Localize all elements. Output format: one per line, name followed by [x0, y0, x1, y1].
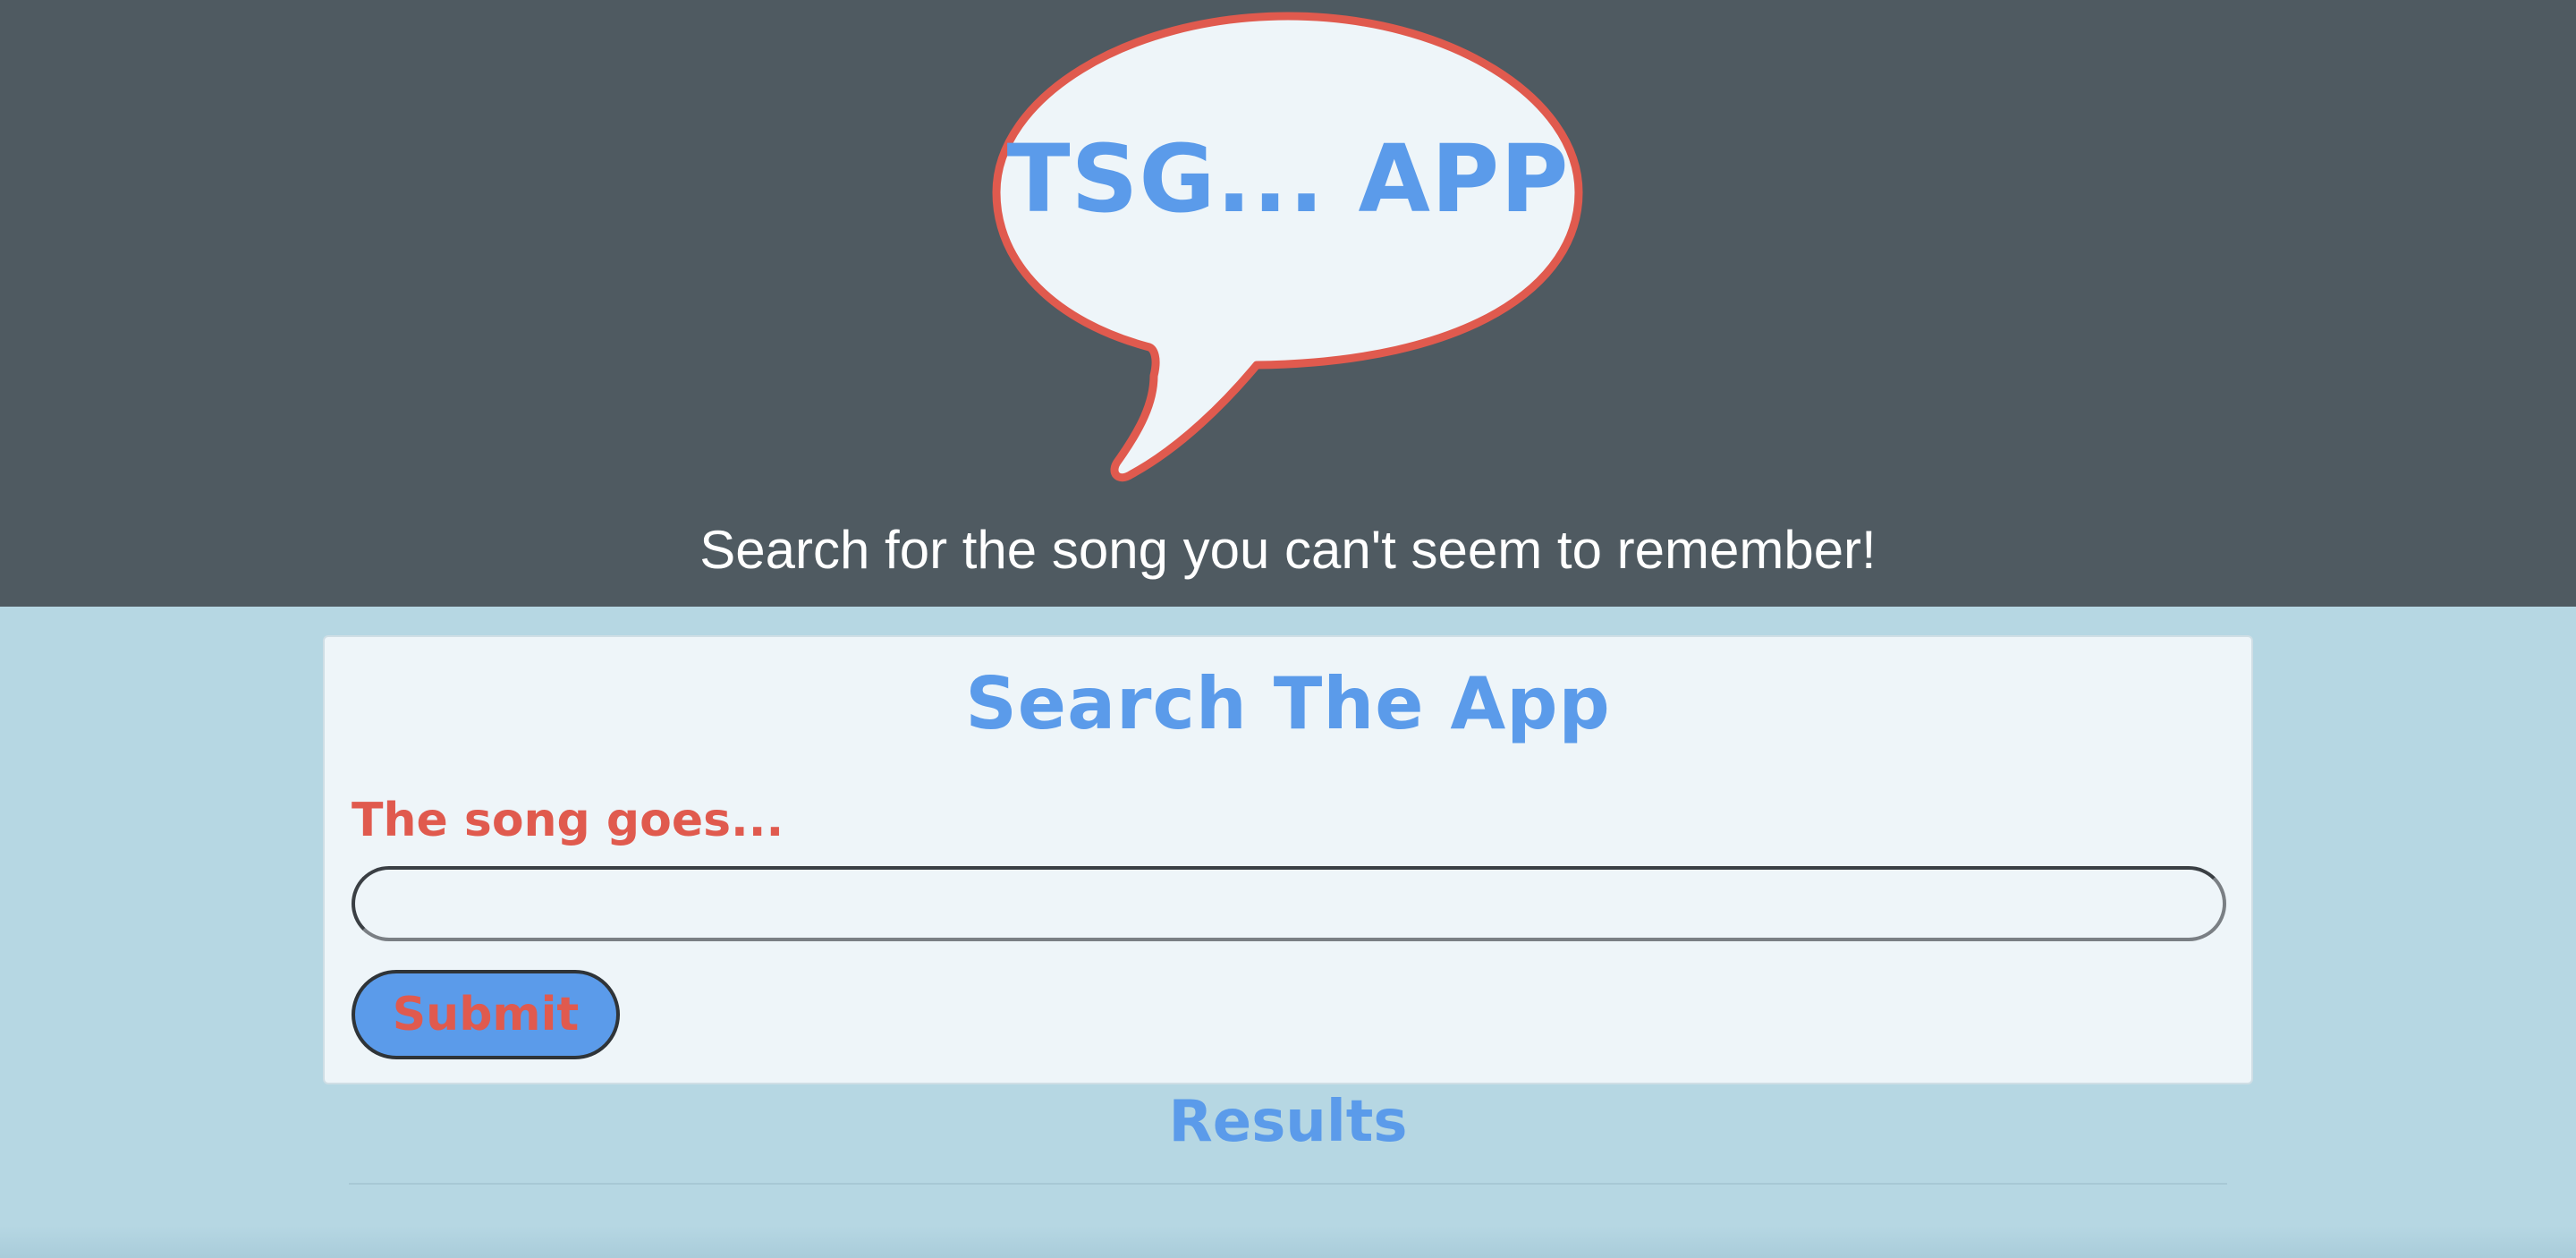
- song-search-input[interactable]: [352, 866, 2226, 941]
- results-title: Results: [1168, 1089, 1408, 1155]
- app-logo-title: TSG... APP: [1006, 124, 1570, 234]
- hero-header: TSG... APP Search for the song you can't…: [0, 0, 2576, 607]
- tagline: Search for the song you can't seem to re…: [699, 520, 1877, 580]
- page-bottom-shade: [0, 1226, 2576, 1258]
- song-field-label: The song goes...: [352, 794, 784, 847]
- search-card: Search The App The song goes... Submit: [323, 635, 2253, 1084]
- submit-button[interactable]: Submit: [352, 970, 620, 1059]
- search-card-title: Search The App: [965, 662, 1611, 745]
- results-divider: [349, 1183, 2227, 1185]
- speech-bubble-icon: [992, 12, 1583, 482]
